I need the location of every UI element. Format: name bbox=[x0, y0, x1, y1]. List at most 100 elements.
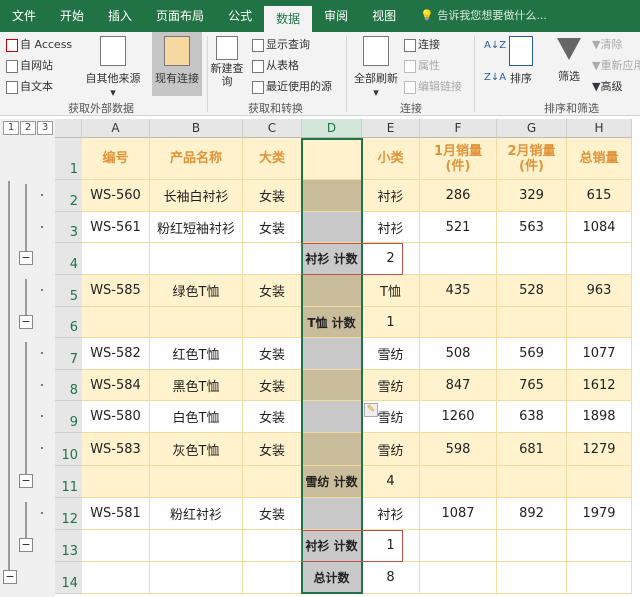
row-header-9[interactable]: 9 bbox=[55, 401, 82, 433]
table-cell[interactable]: WS-582 bbox=[82, 338, 150, 370]
header-cell[interactable]: 大类 bbox=[243, 138, 302, 180]
table-cell[interactable] bbox=[302, 275, 362, 307]
table-cell[interactable] bbox=[243, 466, 302, 498]
table-cell[interactable]: 女装 bbox=[243, 338, 302, 370]
table-cell[interactable]: 329 bbox=[497, 180, 567, 212]
table-cell[interactable]: 521 bbox=[420, 212, 497, 243]
table-cell[interactable] bbox=[150, 466, 243, 498]
edit-links-button[interactable]: 编辑链接 bbox=[404, 78, 462, 94]
column-header-D[interactable]: D bbox=[302, 119, 362, 138]
table-cell[interactable]: 1 bbox=[362, 530, 420, 562]
tab-2[interactable]: 插入 bbox=[96, 0, 144, 32]
from-web-button[interactable]: 自网站 bbox=[6, 57, 53, 73]
column-header-E[interactable]: E bbox=[362, 119, 420, 138]
row-header-10[interactable]: 10 bbox=[55, 433, 82, 466]
table-cell[interactable]: 衬衫 bbox=[362, 212, 420, 243]
header-cell[interactable]: 小类 bbox=[362, 138, 420, 180]
table-cell[interactable]: WS-585 bbox=[82, 275, 150, 307]
table-cell[interactable]: 绿色T恤 bbox=[150, 275, 243, 307]
table-cell[interactable]: 963 bbox=[567, 275, 632, 307]
table-cell[interactable]: 衬衫 bbox=[362, 498, 420, 530]
table-cell[interactable] bbox=[497, 466, 567, 498]
new-query-button[interactable]: 新建查询 bbox=[210, 36, 244, 88]
tab-1[interactable]: 开始 bbox=[48, 0, 96, 32]
table-cell[interactable]: 长袖白衬衫 bbox=[150, 180, 243, 212]
table-cell[interactable]: WS-580 bbox=[82, 401, 150, 433]
table-cell[interactable] bbox=[420, 466, 497, 498]
recent-sources-button[interactable]: 最近使用的源 bbox=[252, 78, 332, 94]
from-other-sources-button[interactable]: 自其他来源 ▾ bbox=[82, 36, 144, 99]
table-cell[interactable]: 女装 bbox=[243, 370, 302, 401]
table-cell[interactable]: 847 bbox=[420, 370, 497, 401]
tab-0[interactable]: 文件 bbox=[0, 0, 48, 32]
tab-4[interactable]: 公式 bbox=[216, 0, 264, 32]
table-cell[interactable] bbox=[82, 243, 150, 275]
table-cell[interactable]: 雪纺 bbox=[362, 433, 420, 466]
show-query-button[interactable]: 显示查询 bbox=[252, 36, 310, 52]
sort-ascending-icon[interactable]: A↓Z bbox=[484, 40, 506, 51]
table-cell[interactable] bbox=[82, 530, 150, 562]
collapse-group-button[interactable]: − bbox=[19, 474, 33, 488]
table-cell[interactable]: 1979 bbox=[567, 498, 632, 530]
table-cell[interactable]: 765 bbox=[497, 370, 567, 401]
column-header-H[interactable]: H bbox=[567, 119, 632, 138]
table-cell[interactable]: 女装 bbox=[243, 401, 302, 433]
header-cell[interactable]: 编号 bbox=[82, 138, 150, 180]
table-cell[interactable] bbox=[497, 562, 567, 594]
refresh-all-button[interactable]: 全部刷新 ▾ bbox=[350, 36, 402, 99]
sort-button[interactable]: 排序 bbox=[506, 36, 536, 86]
table-cell[interactable] bbox=[420, 562, 497, 594]
row-header-14[interactable]: 14 bbox=[55, 562, 82, 594]
table-cell[interactable]: WS-584 bbox=[82, 370, 150, 401]
table-cell[interactable]: 1612 bbox=[567, 370, 632, 401]
table-cell[interactable]: 雪纺 bbox=[362, 338, 420, 370]
from-access-button[interactable]: 自 Access bbox=[6, 36, 72, 52]
clear-button[interactable]: ▼清除 bbox=[592, 36, 622, 52]
table-cell[interactable]: 雪纺 bbox=[362, 370, 420, 401]
outline-level-2-button[interactable]: 2 bbox=[20, 121, 36, 135]
table-cell[interactable] bbox=[150, 530, 243, 562]
collapse-group-button[interactable]: − bbox=[19, 315, 33, 329]
row-header-7[interactable]: 7 bbox=[55, 338, 82, 370]
table-cell[interactable] bbox=[82, 562, 150, 594]
table-cell[interactable]: 435 bbox=[420, 275, 497, 307]
table-cell[interactable] bbox=[567, 466, 632, 498]
row-header-1[interactable]: 1 bbox=[55, 138, 82, 180]
table-cell[interactable]: 2 bbox=[362, 243, 420, 275]
table-cell[interactable] bbox=[302, 370, 362, 401]
header-cell[interactable]: 产品名称 bbox=[150, 138, 243, 180]
table-cell[interactable] bbox=[497, 530, 567, 562]
column-header-F[interactable]: F bbox=[420, 119, 497, 138]
reapply-button[interactable]: ▼重新应用 bbox=[592, 57, 640, 73]
from-text-button[interactable]: 自文本 bbox=[6, 78, 53, 94]
collapse-group-button[interactable]: − bbox=[19, 251, 33, 265]
table-cell[interactable] bbox=[302, 401, 362, 433]
row-header-13[interactable]: 13 bbox=[55, 530, 82, 562]
row-header-12[interactable]: 12 bbox=[55, 498, 82, 530]
column-header-B[interactable]: B bbox=[150, 119, 243, 138]
table-cell[interactable]: 女装 bbox=[243, 275, 302, 307]
table-cell[interactable]: 总计数 bbox=[302, 562, 362, 594]
table-cell[interactable]: WS-581 bbox=[82, 498, 150, 530]
properties-button[interactable]: 属性 bbox=[404, 57, 440, 73]
table-cell[interactable]: 女装 bbox=[243, 212, 302, 243]
tab-3[interactable]: 页面布局 bbox=[144, 0, 216, 32]
table-cell[interactable]: 508 bbox=[420, 338, 497, 370]
select-all-corner[interactable] bbox=[55, 119, 82, 138]
filter-button[interactable]: 筛选 bbox=[552, 36, 586, 84]
table-cell[interactable]: 1260 bbox=[420, 401, 497, 433]
row-header-2[interactable]: 2 bbox=[55, 180, 82, 212]
collapse-all-button[interactable]: − bbox=[3, 570, 17, 584]
table-cell[interactable]: 4 bbox=[362, 466, 420, 498]
table-cell[interactable] bbox=[302, 338, 362, 370]
table-cell[interactable] bbox=[243, 307, 302, 338]
table-cell[interactable] bbox=[302, 212, 362, 243]
column-header-A[interactable]: A bbox=[82, 119, 150, 138]
sort-descending-icon[interactable]: Z↓A bbox=[484, 72, 506, 83]
header-cell[interactable]: 1月销量(件) bbox=[420, 138, 497, 180]
row-header-5[interactable]: 5 bbox=[55, 275, 82, 307]
table-cell[interactable]: 粉红衬衫 bbox=[150, 498, 243, 530]
table-cell[interactable]: 892 bbox=[497, 498, 567, 530]
table-cell[interactable] bbox=[420, 307, 497, 338]
table-cell[interactable]: 1279 bbox=[567, 433, 632, 466]
